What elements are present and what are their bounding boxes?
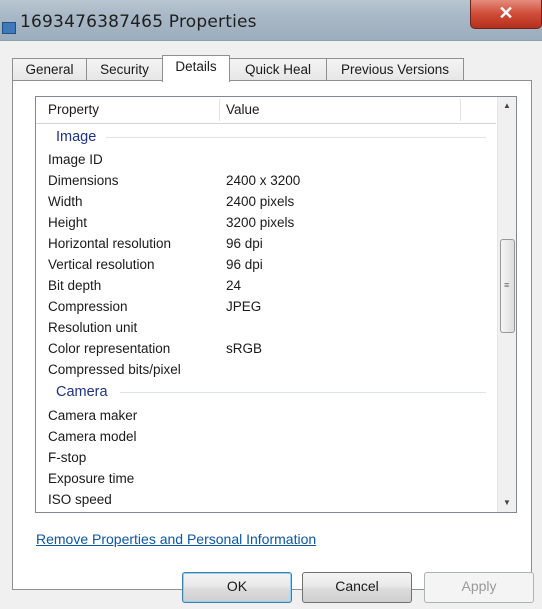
list-item[interactable]: Compression JPEG <box>36 296 496 317</box>
scrollbar-thumb[interactable]: ≡ <box>500 239 515 333</box>
list-item[interactable]: Vertical resolution 96 dpi <box>36 254 496 275</box>
group-header-image: Image <box>36 126 496 148</box>
properties-window: General Security Details Quick Heal Prev… <box>0 41 542 609</box>
list-item[interactable]: Bit depth 24 <box>36 275 496 296</box>
details-panel: Property Value Image Image ID Dimensions… <box>12 80 532 590</box>
close-button[interactable]: ✕ <box>470 0 542 29</box>
list-item[interactable]: F-stop <box>36 447 496 468</box>
cancel-button[interactable]: Cancel <box>302 572 412 603</box>
window-title: 1693476387465 Properties <box>20 12 257 32</box>
list-header: Property Value <box>36 97 496 124</box>
grip-icon: ≡ <box>504 280 510 290</box>
list-item[interactable]: Exposure time <box>36 468 496 489</box>
file-properties-icon <box>2 22 16 34</box>
group-divider <box>120 392 486 393</box>
tab-general[interactable]: General <box>12 58 87 80</box>
list-item[interactable]: Image ID <box>36 149 496 170</box>
list-item[interactable]: ISO speed <box>36 489 496 510</box>
tab-details[interactable]: Details <box>162 55 230 82</box>
list-item[interactable]: Horizontal resolution 96 dpi <box>36 233 496 254</box>
column-header-value[interactable]: Value <box>226 97 260 123</box>
list-item[interactable]: Color representation sRGB <box>36 338 496 359</box>
list-item[interactable]: Camera maker <box>36 405 496 426</box>
scroll-up-icon[interactable]: ▲ <box>498 97 516 115</box>
properties-list[interactable]: Property Value Image Image ID Dimensions… <box>35 96 517 513</box>
apply-button[interactable]: Apply <box>424 572 534 603</box>
ok-button[interactable]: OK <box>182 572 292 603</box>
column-divider[interactable] <box>460 99 461 121</box>
list-item[interactable]: Resolution unit <box>36 317 496 338</box>
tab-quick-heal[interactable]: Quick Heal <box>229 58 327 80</box>
group-header-camera: Camera <box>36 381 496 403</box>
list-item[interactable]: Dimensions 2400 x 3200 <box>36 170 496 191</box>
list-item[interactable]: Compressed bits/pixel <box>36 359 496 380</box>
vertical-scrollbar[interactable]: ▲ ≡ ▼ <box>497 97 516 512</box>
title-bar: 1693476387465 Properties ✕ <box>0 0 542 41</box>
column-divider[interactable] <box>219 99 220 121</box>
scroll-down-icon[interactable]: ▼ <box>498 494 516 512</box>
tab-previous-versions[interactable]: Previous Versions <box>326 58 464 80</box>
list-item[interactable]: Width 2400 pixels <box>36 191 496 212</box>
column-header-property[interactable]: Property <box>48 97 99 123</box>
list-item[interactable]: Height 3200 pixels <box>36 212 496 233</box>
remove-properties-link[interactable]: Remove Properties and Personal Informati… <box>36 531 316 547</box>
tab-security[interactable]: Security <box>86 58 163 80</box>
group-divider <box>106 137 486 138</box>
list-item[interactable]: Camera model <box>36 426 496 447</box>
